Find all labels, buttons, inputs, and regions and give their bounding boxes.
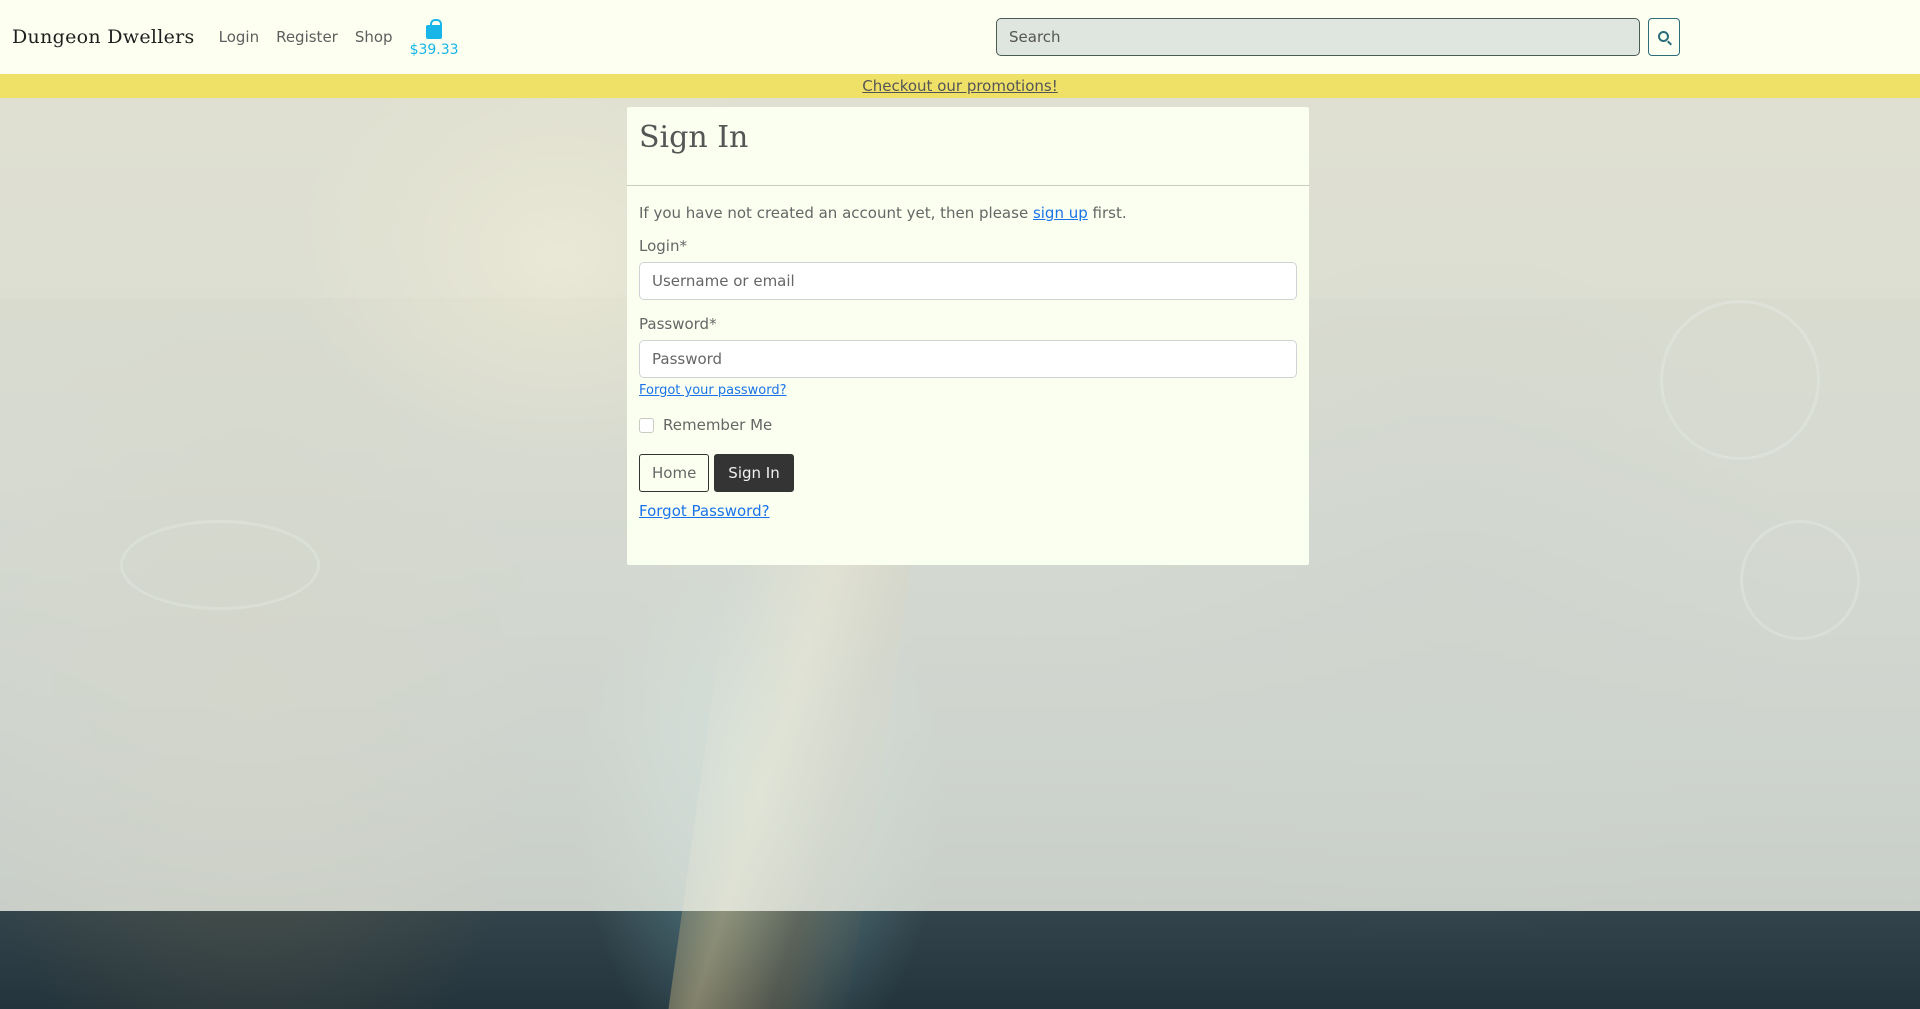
- nav-link-login[interactable]: Login: [219, 28, 259, 46]
- card-header: Sign In: [627, 107, 1309, 186]
- signin-button[interactable]: Sign In: [714, 454, 794, 492]
- shopping-bag-icon: [426, 18, 443, 39]
- remember-me-label[interactable]: Remember Me: [663, 416, 772, 434]
- signin-card: Sign In If you have not created an accou…: [627, 107, 1309, 565]
- button-row: Home Sign In: [639, 454, 1297, 492]
- cart-total: $39.33: [409, 41, 459, 58]
- home-button[interactable]: Home: [639, 454, 710, 492]
- forgot-password-link[interactable]: Forgot Password?: [639, 502, 1297, 520]
- search-icon: [1657, 30, 1669, 42]
- forgot-password-link-small[interactable]: Forgot your password?: [639, 383, 1297, 398]
- page-title: Sign In: [639, 120, 749, 155]
- nav-link-shop[interactable]: Shop: [355, 28, 393, 46]
- cart-button[interactable]: $39.33: [409, 18, 459, 58]
- password-input[interactable]: [639, 340, 1297, 378]
- remember-me-checkbox[interactable]: [639, 417, 654, 433]
- login-input[interactable]: [639, 262, 1297, 300]
- nav-link-register[interactable]: Register: [276, 28, 338, 46]
- brand-logo[interactable]: Dungeon Dwellers: [12, 26, 195, 48]
- signup-prompt: If you have not created an account yet, …: [639, 204, 1297, 222]
- remember-me-row: Remember Me: [639, 416, 1297, 434]
- search-button[interactable]: [1648, 18, 1680, 56]
- page: Dungeon Dwellers Login Register Shop $39…: [0, 0, 1920, 1009]
- signup-link[interactable]: sign up: [1033, 204, 1088, 222]
- signup-prompt-after: first.: [1087, 204, 1127, 222]
- search-input[interactable]: [996, 18, 1640, 56]
- search-form: [996, 18, 1680, 56]
- password-label: Password*: [639, 315, 717, 333]
- navbar: Dungeon Dwellers Login Register Shop $39…: [0, 0, 1920, 74]
- promo-banner: Checkout our promotions!: [0, 74, 1920, 98]
- card-body: If you have not created an account yet, …: [627, 186, 1309, 520]
- promo-link[interactable]: Checkout our promotions!: [862, 77, 1057, 95]
- login-label: Login*: [639, 237, 687, 255]
- signup-prompt-before: If you have not created an account yet, …: [639, 204, 1033, 222]
